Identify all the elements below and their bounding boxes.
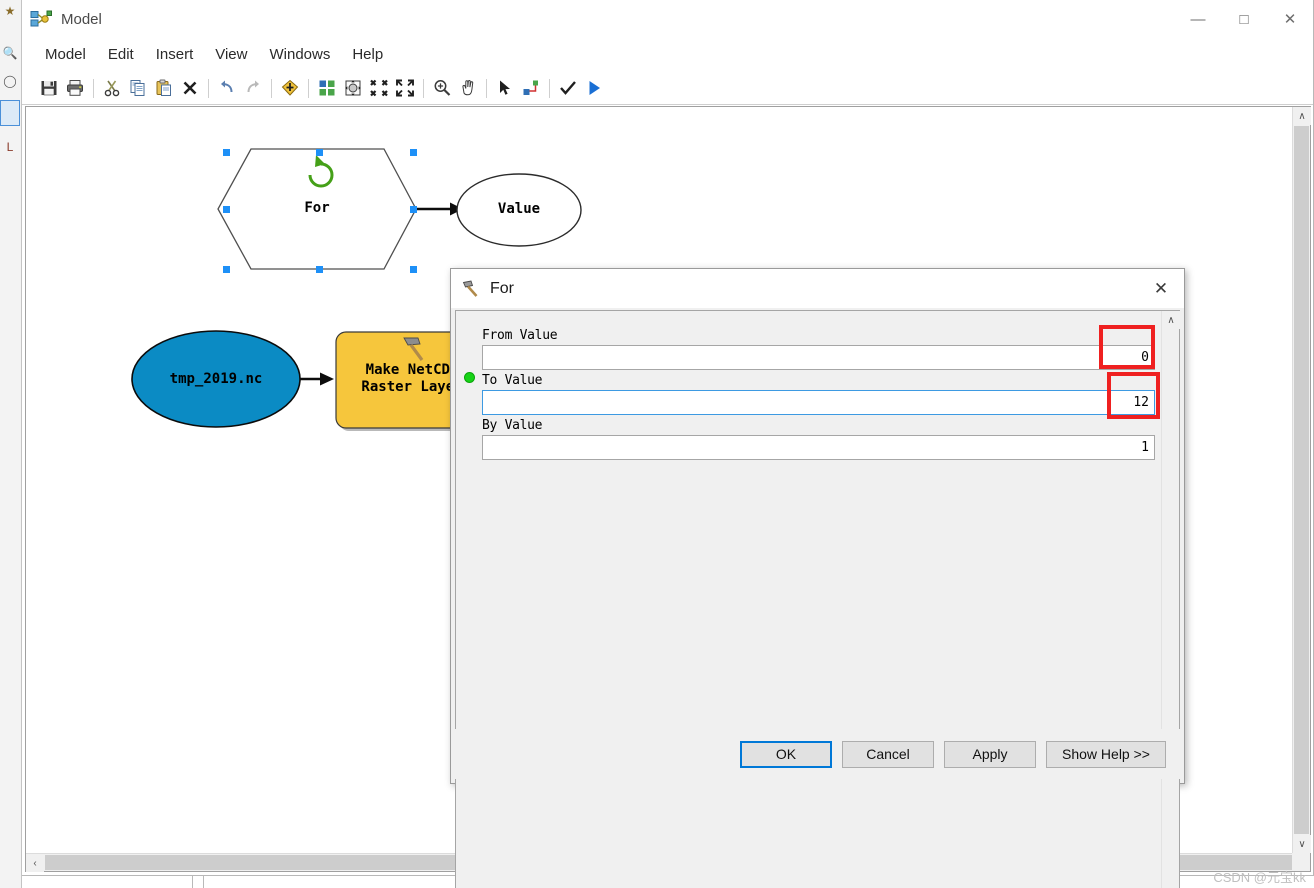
menu-insert[interactable]: Insert bbox=[145, 43, 205, 66]
by-value-input[interactable] bbox=[482, 435, 1155, 460]
dialog-footer: OK Cancel Apply Show Help >> bbox=[455, 729, 1180, 779]
maximize-button[interactable]: □ bbox=[1221, 0, 1267, 38]
selection-handle-bl[interactable] bbox=[223, 266, 230, 273]
save-icon[interactable] bbox=[36, 75, 62, 101]
connector-tmp-make-arrow bbox=[320, 372, 334, 386]
ok-button[interactable]: OK bbox=[740, 740, 832, 768]
connect-tool-icon[interactable] bbox=[518, 75, 544, 101]
toolbar bbox=[22, 72, 1313, 105]
background-arcmap-window: ★ 🔍 ◯ L bbox=[0, 0, 22, 888]
selection-handle-ml[interactable] bbox=[223, 206, 230, 213]
cancel-button[interactable]: Cancel bbox=[842, 740, 934, 768]
dialog-title-bar: For ✕ bbox=[451, 269, 1184, 308]
bg-search-icon: 🔍 bbox=[2, 46, 18, 60]
scroll-left-arrow-icon[interactable]: ‹ bbox=[26, 854, 44, 872]
dialog-body: From Value To Value By Value ∧ ∨ bbox=[455, 310, 1180, 888]
validate-icon[interactable] bbox=[555, 75, 581, 101]
window-title: Model bbox=[61, 10, 102, 28]
selection-handle-tl[interactable] bbox=[223, 149, 230, 156]
node-value-shape bbox=[456, 173, 582, 247]
menu-windows[interactable]: Windows bbox=[258, 43, 341, 66]
selection-handle-bc[interactable] bbox=[316, 266, 323, 273]
canvas-vscroll-thumb[interactable] bbox=[1294, 126, 1309, 834]
scroll-down-arrow-icon[interactable]: ∨ bbox=[1293, 835, 1311, 853]
copy-icon[interactable] bbox=[125, 75, 151, 101]
cut-icon[interactable] bbox=[99, 75, 125, 101]
zoom-out-icon[interactable] bbox=[366, 75, 392, 101]
bg-selected-panel bbox=[0, 100, 20, 126]
bg-add-data-icon: ★ bbox=[4, 4, 16, 18]
add-data-icon[interactable] bbox=[277, 75, 303, 101]
select-tool-icon[interactable] bbox=[492, 75, 518, 101]
close-button[interactable]: ✕ bbox=[1267, 0, 1313, 38]
menu-model[interactable]: Model bbox=[34, 43, 97, 66]
undo-icon[interactable] bbox=[214, 75, 240, 101]
separator-1 bbox=[93, 78, 94, 98]
paste-icon[interactable] bbox=[151, 75, 177, 101]
minimize-button[interactable]: — bbox=[1175, 0, 1221, 38]
zoom-tool-icon[interactable] bbox=[429, 75, 455, 101]
separator-4 bbox=[308, 78, 309, 98]
separator-3 bbox=[271, 78, 272, 98]
bg-layers-icon: L bbox=[6, 140, 14, 154]
screen: ★ 🔍 ◯ L Model — □ ✕ Model Edit Insert Vi… bbox=[0, 0, 1314, 888]
separator-7 bbox=[549, 78, 550, 98]
model-builder-icon bbox=[30, 10, 52, 28]
selection-handle-tc[interactable] bbox=[316, 149, 323, 156]
from-value-input[interactable] bbox=[482, 345, 1155, 370]
scrollbar-corner bbox=[1292, 853, 1310, 871]
redo-icon[interactable] bbox=[240, 75, 266, 101]
menu-view[interactable]: View bbox=[204, 43, 258, 66]
apply-button[interactable]: Apply bbox=[944, 740, 1036, 768]
dialog-close-button[interactable]: ✕ bbox=[1138, 269, 1184, 308]
delete-icon[interactable] bbox=[177, 75, 203, 101]
show-help-button[interactable]: Show Help >> bbox=[1046, 740, 1166, 768]
by-value-label: By Value bbox=[482, 418, 543, 433]
scroll-up-arrow-icon[interactable]: ∧ bbox=[1293, 107, 1311, 125]
dialog-parameters-area: From Value To Value By Value bbox=[456, 311, 1161, 888]
menu-bar: Model Edit Insert View Windows Help bbox=[22, 38, 1313, 72]
full-extent-icon[interactable] bbox=[340, 75, 366, 101]
dialog-title: For bbox=[490, 279, 514, 297]
separator-6 bbox=[486, 78, 487, 98]
selection-handle-tr[interactable] bbox=[410, 149, 417, 156]
title-bar: Model — □ ✕ bbox=[22, 0, 1313, 38]
to-value-input[interactable] bbox=[482, 390, 1155, 415]
from-value-label: From Value bbox=[482, 328, 558, 343]
print-icon[interactable] bbox=[62, 75, 88, 101]
separator-2 bbox=[208, 78, 209, 98]
canvas-vertical-scrollbar[interactable]: ∧ ∨ bbox=[1292, 107, 1311, 853]
dialog-vertical-scrollbar[interactable]: ∧ ∨ bbox=[1161, 311, 1180, 888]
tool-hammer-icon bbox=[461, 279, 481, 299]
dialog-scroll-up-arrow-icon[interactable]: ∧ bbox=[1162, 311, 1180, 329]
selection-handle-br[interactable] bbox=[410, 266, 417, 273]
bg-catalog-icon: ◯ bbox=[3, 74, 17, 88]
for-dialog: For ✕ From Value To Value By Value bbox=[450, 268, 1185, 888]
auto-layout-icon[interactable] bbox=[314, 75, 340, 101]
to-value-required-indicator bbox=[464, 372, 475, 383]
by-value-field: By Value bbox=[482, 418, 1155, 460]
menu-help[interactable]: Help bbox=[341, 43, 394, 66]
window-controls: — □ ✕ bbox=[1175, 0, 1313, 38]
pan-tool-icon[interactable] bbox=[455, 75, 481, 101]
selection-handle-mr[interactable] bbox=[410, 206, 417, 213]
to-value-field: To Value bbox=[464, 372, 1155, 415]
run-icon[interactable] bbox=[581, 75, 607, 101]
node-for-shape bbox=[217, 148, 417, 270]
zoom-in-icon[interactable] bbox=[392, 75, 418, 101]
background-page-edge bbox=[192, 876, 204, 888]
separator-5 bbox=[423, 78, 424, 98]
to-value-label: To Value bbox=[482, 373, 543, 388]
node-tmp2019-shape bbox=[131, 330, 301, 428]
menu-edit[interactable]: Edit bbox=[97, 43, 145, 66]
from-value-field: From Value bbox=[482, 328, 1155, 370]
